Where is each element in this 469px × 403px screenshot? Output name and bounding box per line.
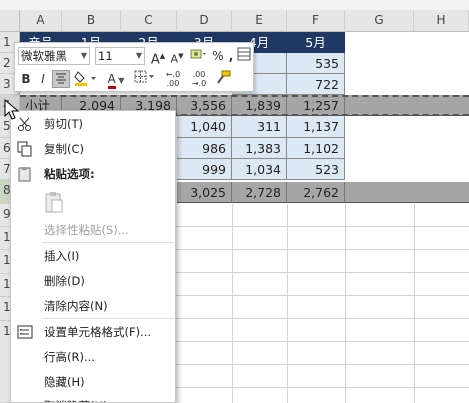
chevron-down-icon: ▼ [80,51,87,60]
comma-button[interactable]: , [226,47,236,65]
decrease-decimal-icon: .00 →.0 [191,70,207,88]
column-header-f[interactable]: F [287,10,345,32]
paste-clipboard-icon [45,192,63,213]
paint-bucket-icon [74,71,96,86]
cell-f8[interactable]: 2,762 [287,182,345,203]
menu-section-paste-options: 粘贴选项: [11,163,175,185]
column-header-b[interactable]: B [62,10,121,32]
percent-button[interactable]: % [211,47,225,65]
bold-button[interactable]: B [18,70,34,88]
cell-g4[interactable] [345,95,469,116]
accounting-format-button[interactable] [187,47,209,65]
menu-item-delete[interactable]: 删除(D) [11,270,175,292]
column-header-g[interactable]: G [345,10,414,32]
format-table-button[interactable] [236,47,252,65]
cell-d8[interactable]: 3,025 [177,182,232,203]
mouse-pointer-icon [4,99,20,120]
menu-item-row-height-label: 行高(R)... [44,350,95,364]
decrease-decimal-button[interactable]: .00 →.0 [187,70,211,88]
cell-d6[interactable]: 986 [177,138,232,159]
align-center-icon [56,73,66,84]
paste-options-label: 粘贴选项: [44,167,95,181]
menu-separator [42,242,174,243]
empty-cells-area[interactable] [176,204,469,403]
menu-item-delete-label: 删除(D) [44,274,85,288]
increase-decimal-icon: ←.0 .00 [165,70,181,88]
font-size-value: 11 [98,49,113,63]
font-size-dropdown[interactable]: 11 ▼ [95,47,145,65]
select-all-corner[interactable] [0,10,20,32]
menu-item-clear-contents-label: 清除内容(N) [44,299,108,313]
menu-item-hide-label: 隐藏(H) [44,375,85,389]
menu-separator [42,318,174,319]
menu-item-unhide-label: 取消隐藏(U) [44,395,107,402]
cell-f3[interactable]: 722 [287,74,345,95]
cell-d7[interactable]: 999 [177,159,232,180]
format-cells-icon [17,325,33,339]
format-painter-icon [217,70,231,84]
format-painter-button[interactable] [213,70,233,88]
column-header-c[interactable]: C [121,10,177,32]
cell-e6[interactable]: 1,383 [232,138,287,159]
column-header-e[interactable]: E [232,10,287,32]
cell-e4[interactable]: 1,839 [232,95,287,116]
font-color-button[interactable]: A ▼ [103,70,129,89]
context-menu: 剪切(T) 复制(C) 粘贴选项: 选择性粘贴(S)... 插入(I) 删除(D… [10,110,176,403]
column-header-a[interactable]: A [20,10,62,32]
paste-option-button[interactable] [43,190,65,214]
font-name-value: 微软雅黑 [21,49,67,63]
font-color-icon: A [107,73,116,89]
menu-item-hide[interactable]: 隐藏(H) [11,371,175,393]
fill-color-button[interactable] [73,70,99,88]
column-header-d[interactable]: D [177,10,232,32]
cell-e7[interactable]: 1,034 [232,159,287,180]
menu-item-row-height[interactable]: 行高(R)... [11,346,175,368]
shrink-font-button[interactable]: A▼ [169,47,185,66]
grow-font-button[interactable]: A▲ [149,47,167,68]
font-name-dropdown[interactable]: 微软雅黑 ▼ [18,47,90,65]
cell-f6[interactable]: 1,102 [287,138,345,159]
menu-item-unhide[interactable]: 取消隐藏(U) [11,395,175,402]
align-center-button[interactable] [52,70,70,88]
cell-f7[interactable]: 523 [287,159,345,180]
menu-item-copy-label: 复制(C) [44,142,85,156]
column-header-h[interactable]: H [414,10,469,32]
cell-g8[interactable] [345,182,469,203]
cell-f2[interactable]: 535 [287,53,345,74]
menu-item-format-cells[interactable]: 设置单元格格式(F)... [11,321,175,343]
clipboard-icon [18,167,31,182]
italic-button[interactable]: I [36,70,50,88]
cell-f5[interactable]: 1,137 [287,116,345,138]
cell-e5[interactable]: 311 [232,116,287,138]
menu-item-clear-contents[interactable]: 清除内容(N) [11,295,175,317]
cell-f4[interactable]: 1,257 [287,95,345,116]
borders-button[interactable] [133,70,157,88]
mini-toolbar: 微软雅黑 ▼ 11 ▼ A▲ A▼ % , B I A ▼ ←.0 .00 .00 … [14,42,254,92]
menu-item-cut-label: 剪切(T) [44,117,83,131]
menu-item-cut[interactable]: 剪切(T) [11,113,175,135]
borders-icon [134,70,154,83]
copy-icon [17,141,32,157]
shrink-font-icon: A [170,52,179,66]
cell-f1[interactable]: 5月 [287,32,345,53]
menu-item-insert[interactable]: 插入(I) [11,245,175,267]
menu-item-copy[interactable]: 复制(C) [11,138,175,160]
menu-item-insert-label: 插入(I) [44,249,80,263]
menu-item-format-cells-label: 设置单元格格式(F)... [44,325,152,339]
table-format-icon [237,47,251,61]
menu-item-paste-special[interactable]: 选择性粘贴(S)... [11,219,175,241]
cell-e8[interactable]: 2,728 [232,182,287,203]
menu-item-paste-special-label: 选择性粘贴(S)... [44,223,129,237]
cell-d4[interactable]: 3,556 [177,95,232,116]
cell-d5[interactable]: 1,040 [177,116,232,138]
currency-icon [190,49,206,59]
increase-decimal-button[interactable]: ←.0 .00 [161,70,185,88]
chevron-down-icon: ▼ [135,51,142,60]
grow-font-icon: A [150,52,160,68]
